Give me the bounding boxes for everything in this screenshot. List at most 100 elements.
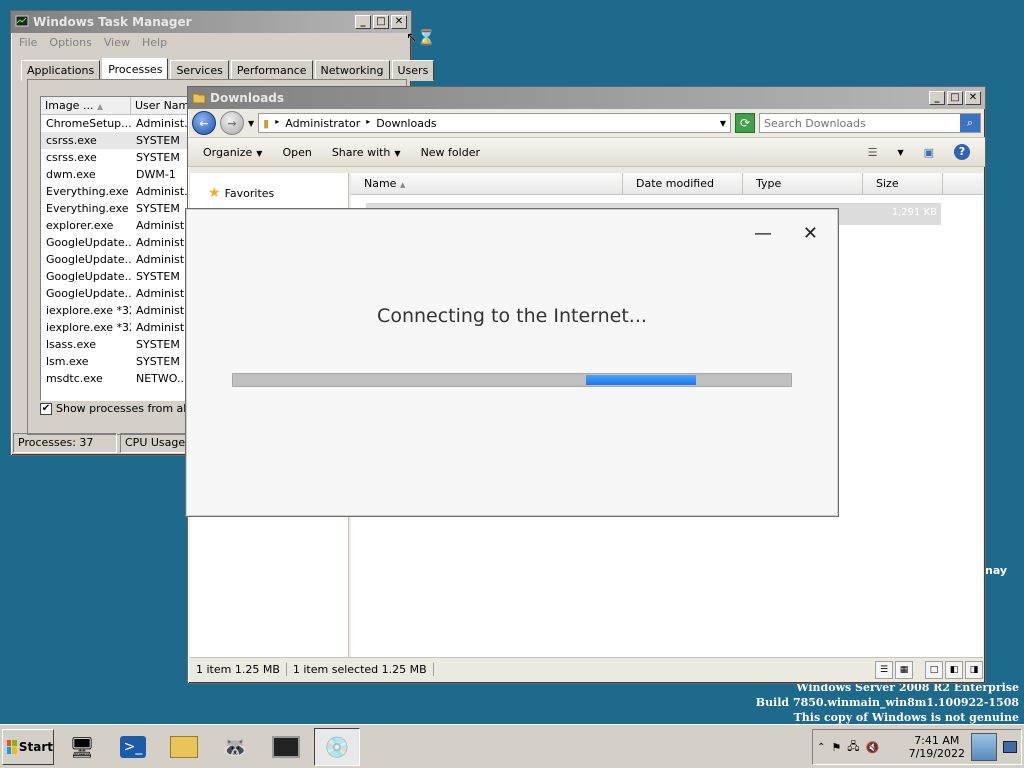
breadcrumb-downloads[interactable]: Downloads: [376, 117, 436, 130]
search-box: ⌕: [759, 113, 981, 133]
volume-muted-icon[interactable]: 🔇: [866, 741, 880, 754]
share-with-button[interactable]: Share with ▼: [332, 146, 401, 159]
tab-processes[interactable]: Processes: [102, 58, 169, 81]
column-name[interactable]: Name ▲: [351, 173, 623, 194]
maximize-button[interactable]: □: [947, 91, 963, 105]
recent-pages-chevron-icon[interactable]: ▼: [248, 119, 254, 128]
breadcrumb-separator-icon: ▸: [366, 116, 371, 126]
process-image-name: GoogleUpdate...: [46, 270, 131, 283]
show-all-checkbox[interactable]: ✔: [40, 402, 52, 415]
user-avatar-icon[interactable]: [971, 733, 997, 761]
tab-applications[interactable]: Applications: [21, 60, 101, 81]
refresh-button[interactable]: ⟳: [735, 113, 755, 133]
tab-services[interactable]: Services: [170, 60, 229, 81]
details-pane-icon[interactable]: ◧: [945, 660, 963, 679]
menu-help[interactable]: Help: [142, 36, 167, 49]
show-hidden-icons-icon[interactable]: ⌃: [817, 742, 825, 753]
minimize-icon[interactable]: —: [754, 225, 772, 243]
raccoon-app-icon[interactable]: 🦝: [212, 728, 258, 766]
busy-cursor-icon: ↖⌛: [406, 30, 436, 46]
nav-favorites[interactable]: ★ Favorites: [190, 173, 348, 213]
column-user-name[interactable]: User Name: [131, 97, 196, 114]
network-icon[interactable]: 🖧: [847, 738, 859, 757]
connecting-message: Connecting to the Internet...: [377, 305, 647, 327]
process-user-name: SYSTEM: [136, 134, 180, 147]
action-center-flag-icon[interactable]: ⚑: [831, 741, 841, 754]
task-manager-taskbar-icon[interactable]: [263, 728, 309, 766]
process-image-name: Everything.exe: [46, 185, 129, 198]
clock-date: 7/19/2022: [908, 747, 965, 760]
process-user-name: SYSTEM: [136, 270, 180, 283]
process-user-name: SYSTEM: [136, 355, 180, 368]
menu-file[interactable]: File: [19, 36, 37, 49]
location-folder-icon: ▮: [263, 116, 270, 130]
process-user-name: Administ...: [136, 117, 191, 130]
change-view-icon[interactable]: ☰: [868, 146, 878, 159]
clock[interactable]: 7:41 AM 7/19/2022: [909, 734, 965, 760]
view-options-chevron-icon[interactable]: ▼: [897, 148, 903, 157]
window-title: Windows Task Manager: [33, 15, 192, 29]
window-title: Downloads: [210, 91, 285, 105]
tab-networking[interactable]: Networking: [314, 60, 390, 81]
menu-options[interactable]: Options: [49, 36, 91, 49]
close-button[interactable]: ✕: [965, 91, 981, 105]
command-bar: Organize ▼ Open Share with ▼ New folder ☰ …: [188, 137, 985, 167]
preview-pane-icon[interactable]: ▣: [924, 146, 934, 159]
sort-ascending-icon: ▲: [399, 181, 406, 189]
column-date-modified[interactable]: Date modified: [623, 173, 743, 194]
explorer-folder-icon[interactable]: [161, 728, 207, 766]
explorer-titlebar[interactable]: Downloads _ □ ✕: [188, 87, 985, 109]
tab-performance[interactable]: Performance: [230, 60, 313, 81]
powershell-icon[interactable]: >_: [110, 728, 156, 766]
start-button[interactable]: Start: [2, 728, 54, 765]
new-folder-button[interactable]: New folder: [421, 146, 480, 159]
clock-time: 7:41 AM: [914, 734, 960, 747]
back-button[interactable]: ←: [192, 111, 216, 135]
forward-button[interactable]: →: [220, 111, 244, 135]
watermark-line: This copy of Windows is not genuine: [793, 711, 1019, 724]
breadcrumb-administrator[interactable]: Administrator: [285, 117, 360, 130]
installer-taskbar-icon[interactable]: 💿: [314, 727, 360, 766]
close-icon[interactable]: ✕: [803, 225, 818, 243]
address-input[interactable]: ▮ ▸ Administrator ▸ Downloads ▼: [258, 113, 731, 133]
breadcrumb-separator-icon: ▸: [275, 116, 280, 126]
process-user-name: Administ...: [136, 321, 191, 334]
process-image-name: iexplore.exe *32: [46, 321, 131, 334]
help-icon[interactable]: ?: [954, 144, 970, 160]
column-type[interactable]: Type: [743, 173, 863, 194]
server-manager-icon[interactable]: 🖥: [59, 728, 105, 766]
address-dropdown-icon[interactable]: ▼: [720, 119, 726, 128]
show-all-label: Show processes from all us: [56, 402, 206, 415]
minimize-button[interactable]: _: [929, 91, 945, 105]
process-image-name: explorer.exe: [46, 219, 114, 232]
maximize-button[interactable]: □: [373, 15, 389, 29]
folder-icon: [192, 93, 206, 104]
process-user-name: Administ...: [136, 304, 191, 317]
process-image-name: Everything.exe: [46, 202, 129, 215]
organize-button[interactable]: Organize ▼: [203, 146, 262, 159]
process-user-name: Administ...: [136, 185, 191, 198]
search-icon[interactable]: ⌕: [960, 114, 980, 132]
tab-users[interactable]: Users: [391, 60, 435, 81]
task-manager-titlebar[interactable]: Windows Task Manager _ □ ✕: [11, 11, 411, 33]
status-selection: 1 item selected 1.25 MB: [287, 663, 434, 676]
column-image-name[interactable]: Image ... ▲: [41, 97, 131, 114]
show-desktop-icon[interactable]: [1003, 741, 1017, 753]
minimize-button[interactable]: _: [355, 15, 371, 29]
explorer-status-bar: 1 item 1.25 MB 1 item selected 1.25 MB ☰…: [190, 657, 983, 681]
search-input[interactable]: [760, 114, 960, 132]
thumbnails-view-icon[interactable]: ▦: [895, 660, 913, 679]
show-all-processes[interactable]: ✔ Show processes from all us: [40, 402, 206, 415]
status-processes: Processes: 37: [13, 433, 117, 453]
preview-pane-toggle-icon[interactable]: ◨: [965, 660, 983, 679]
status-item-count: 1 item 1.25 MB: [190, 663, 287, 676]
layout-icon[interactable]: □: [925, 660, 943, 679]
column-size[interactable]: Size: [863, 173, 943, 194]
details-view-icon[interactable]: ☰: [875, 660, 893, 679]
open-button[interactable]: Open: [282, 146, 311, 159]
address-bar-row: ← → ▼ ▮ ▸ Administrator ▸ Downloads ▼ ⟳ …: [188, 109, 985, 137]
windows-watermark: Windows Server 2008 R2 Enterprise Build …: [756, 680, 1019, 725]
chevron-down-icon: ▼: [394, 148, 401, 158]
close-button[interactable]: ✕: [391, 15, 407, 29]
menu-view[interactable]: View: [104, 36, 130, 49]
